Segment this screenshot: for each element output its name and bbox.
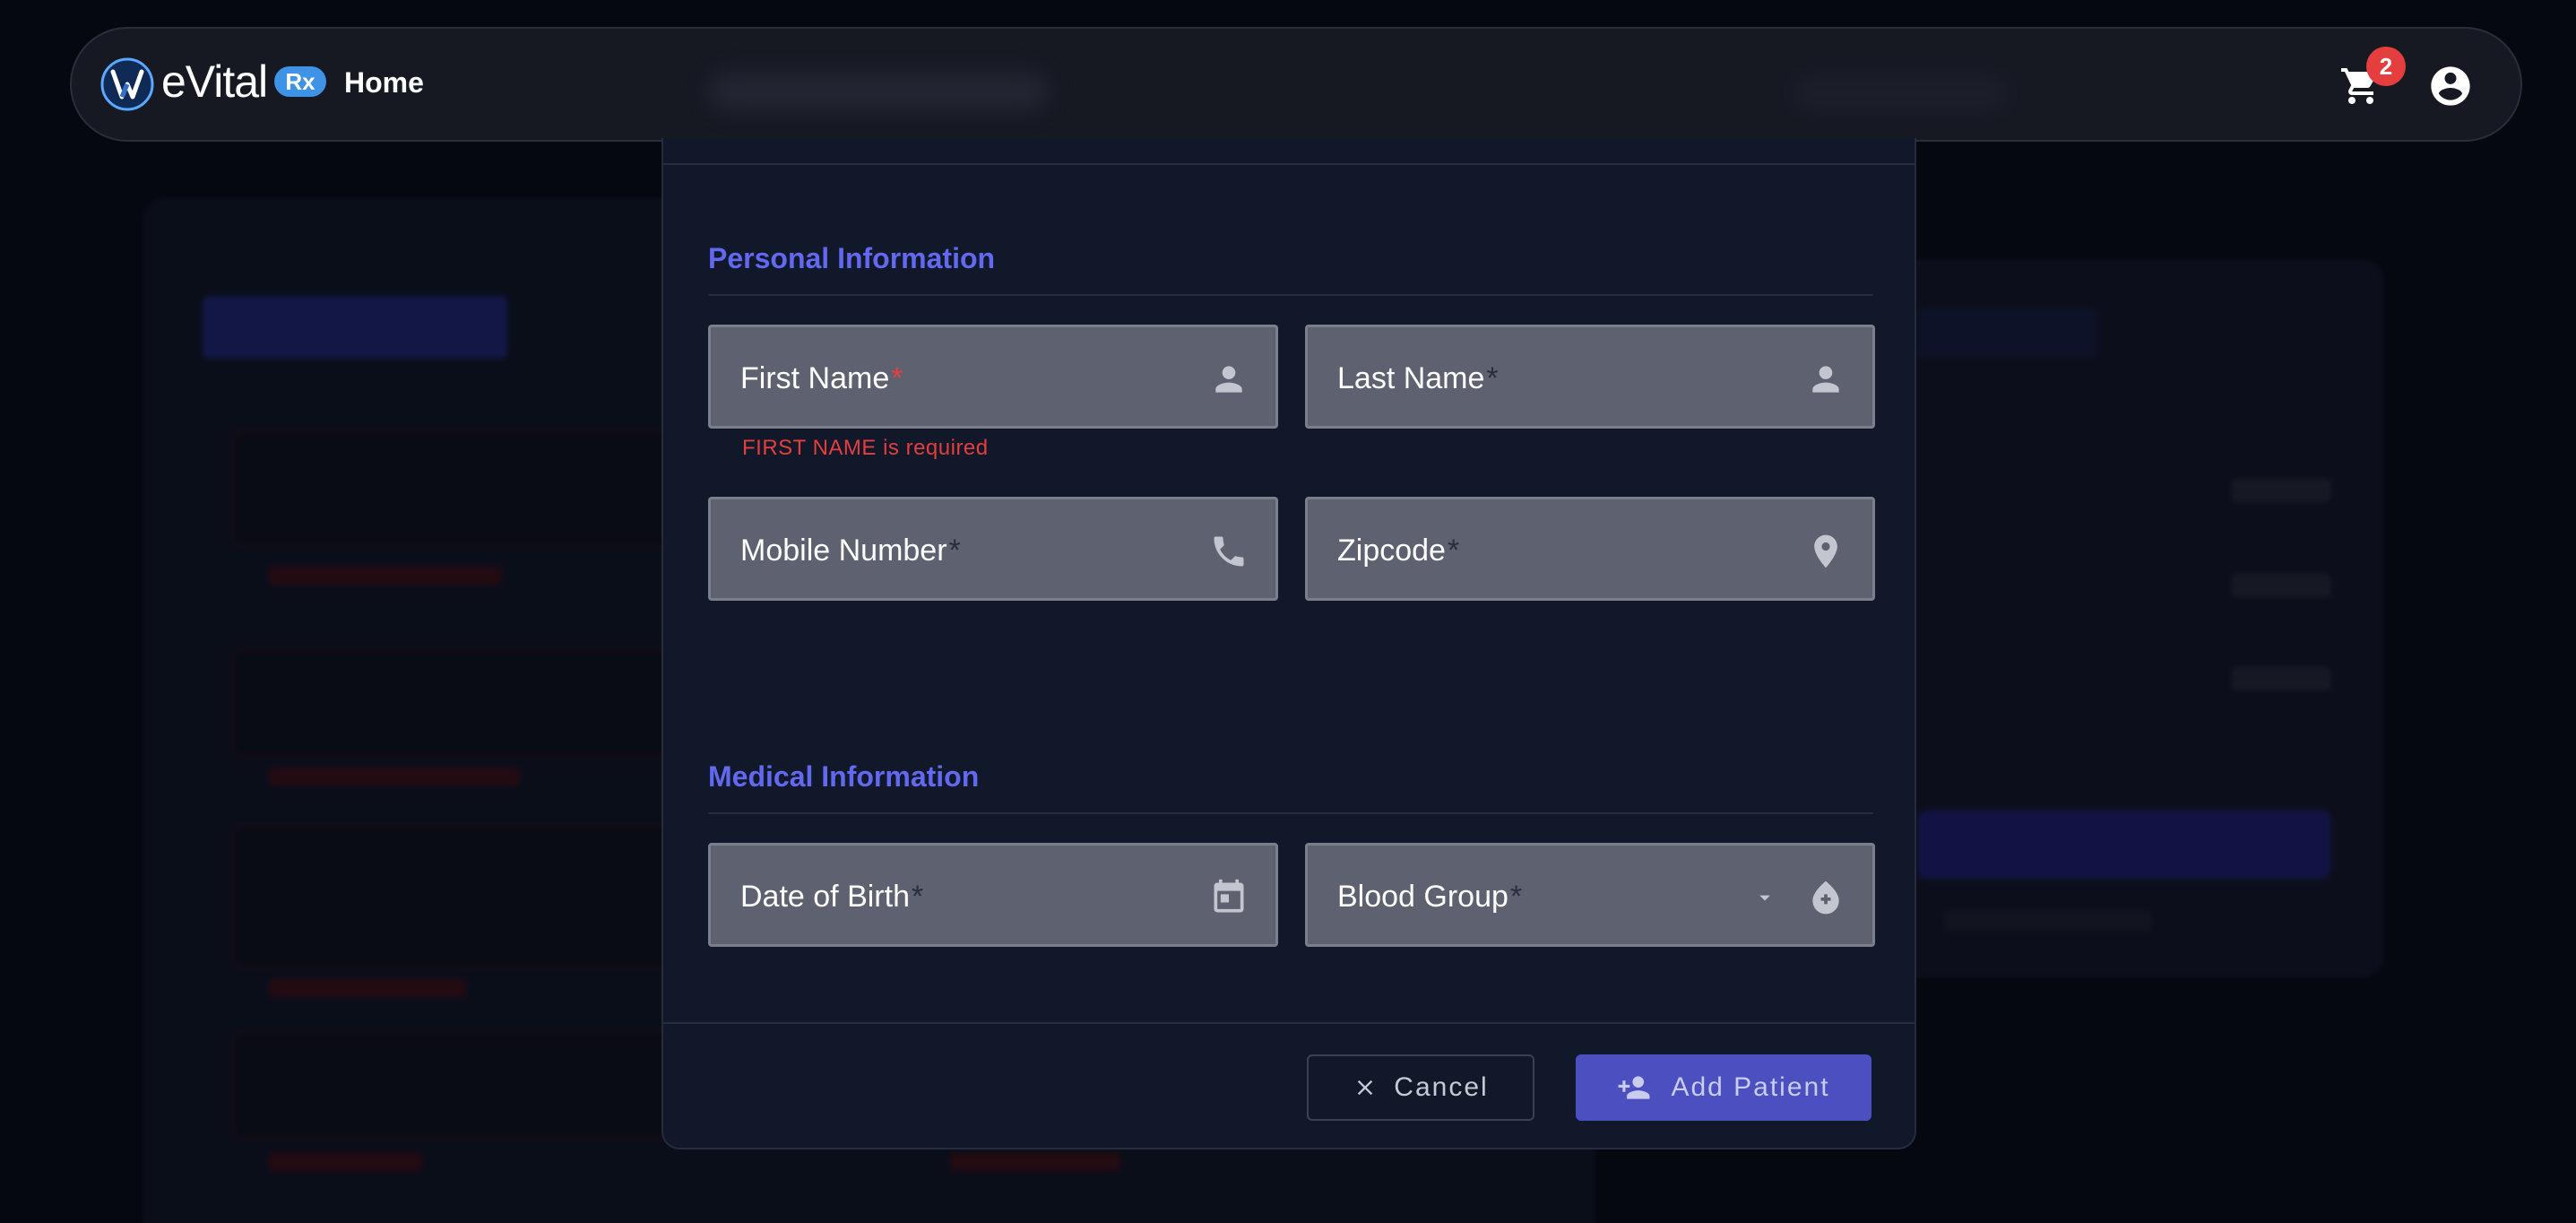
bg-summary-button <box>1918 811 2330 879</box>
location-pin-icon <box>1814 534 1837 568</box>
medical-information-heading: Medical Information <box>708 760 980 793</box>
account-circle-icon[interactable] <box>2427 63 2474 109</box>
dropdown-caret-icon[interactable] <box>1752 885 1777 910</box>
blood-group-select[interactable]: Blood Group* <box>1305 843 1875 947</box>
bg-summary-title-block <box>1918 308 2097 357</box>
blood-drop-icon <box>1812 880 1839 915</box>
date-of-birth-label: Date of Birth* <box>740 880 924 914</box>
bg-field-3 <box>233 825 735 968</box>
person-icon <box>1215 366 1242 393</box>
mobile-required-mark: * <box>948 533 961 568</box>
bg-field-2 <box>233 649 735 757</box>
dob-required-mark: * <box>911 880 924 914</box>
medical-section-divider <box>708 812 1873 814</box>
cancel-label: Cancel <box>1394 1072 1489 1102</box>
bg-error-3 <box>269 979 466 997</box>
modal-header-divider <box>663 163 1915 165</box>
blood-group-label: Blood Group* <box>1337 880 1523 914</box>
last-name-label: Last Name* <box>1337 361 1499 395</box>
add-patient-modal: Personal Information First Name* FIRST N… <box>661 138 1916 1149</box>
brand-rx-badge: Rx <box>274 66 326 97</box>
person-icon <box>1812 366 1839 393</box>
personal-information-heading: Personal Information <box>708 242 996 274</box>
add-person-icon <box>1619 1076 1650 1099</box>
phone-icon <box>1214 536 1244 567</box>
bg-summary-link <box>1945 911 2151 931</box>
first-name-field[interactable]: First Name* <box>708 325 1278 429</box>
last-name-field[interactable]: Last Name* <box>1305 325 1875 429</box>
bg-summary-row-2 <box>2232 574 2330 597</box>
evital-logo-icon[interactable] <box>100 57 154 111</box>
nav-home-link[interactable]: Home <box>344 66 424 100</box>
bg-summary-row-1 <box>2232 479 2330 502</box>
add-patient-label: Add Patient <box>1671 1072 1830 1102</box>
zipcode-field[interactable]: Zipcode* <box>1305 497 1875 601</box>
bg-summary-row-3 <box>2232 667 2330 690</box>
bg-error-1 <box>269 567 502 585</box>
zipcode-label: Zipcode* <box>1337 533 1460 568</box>
mobile-number-field[interactable]: Mobile Number* <box>708 497 1278 601</box>
bg-field-4 <box>233 1031 735 1139</box>
last-name-required-mark: * <box>1486 361 1499 395</box>
first-name-required-mark: * <box>891 361 903 395</box>
cart-count-badge: 2 <box>2366 47 2406 86</box>
first-name-error: FIRST NAME is required <box>742 436 989 460</box>
modal-footer-divider <box>663 1022 1915 1024</box>
cancel-button[interactable]: Cancel <box>1307 1054 1534 1121</box>
bg-error-2 <box>269 768 520 785</box>
bg-error-4 <box>269 1153 421 1171</box>
add-patient-button[interactable]: Add Patient <box>1576 1054 1871 1121</box>
top-navbar: eVital Rx Home 2 <box>70 27 2522 142</box>
blood-group-required-mark: * <box>1509 880 1523 914</box>
bg-field-1 <box>233 430 735 547</box>
personal-section-divider <box>708 294 1873 296</box>
zipcode-required-mark: * <box>1447 533 1460 568</box>
mobile-number-label: Mobile Number* <box>740 533 961 568</box>
nav-search-ghost <box>708 72 1049 111</box>
brand-name[interactable]: eVital <box>161 56 268 108</box>
bg-error-5 <box>950 1153 1120 1171</box>
close-icon <box>1358 1080 1373 1096</box>
nav-menu-ghost <box>1793 75 2008 111</box>
first-name-label: First Name* <box>740 361 903 395</box>
bg-billing-title-block <box>203 296 507 359</box>
calendar-icon[interactable] <box>1209 878 1249 917</box>
date-of-birth-field[interactable]: Date of Birth* <box>708 843 1278 947</box>
